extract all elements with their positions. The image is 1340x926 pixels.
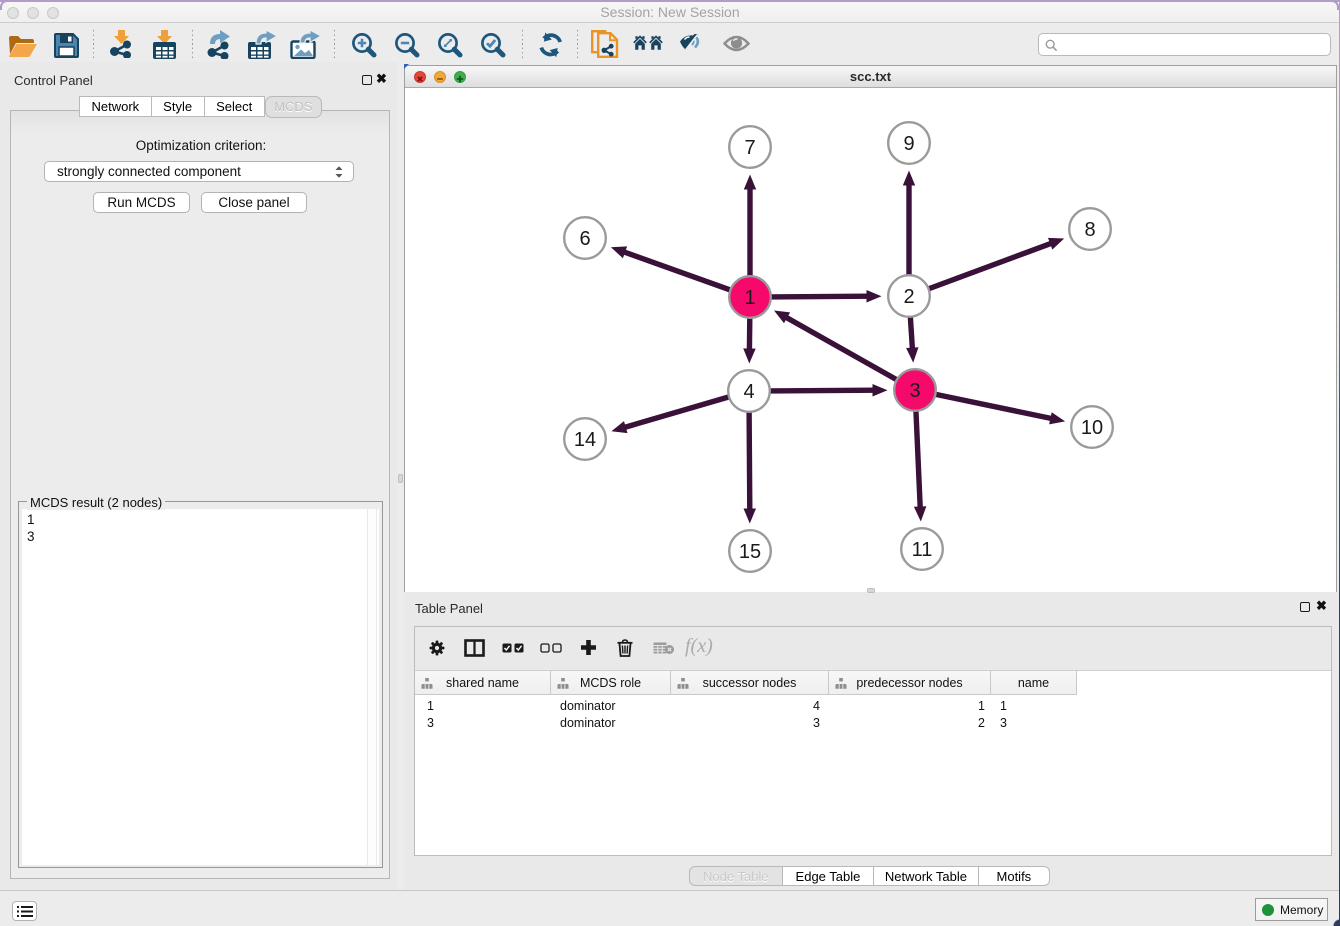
svg-text:2: 2 xyxy=(903,286,914,308)
svg-text:3: 3 xyxy=(909,380,920,402)
svg-text:10: 10 xyxy=(1081,417,1103,439)
svg-text:11: 11 xyxy=(912,539,933,561)
svg-text:15: 15 xyxy=(739,541,761,563)
svg-text:7: 7 xyxy=(744,137,755,159)
svg-text:1: 1 xyxy=(744,287,755,309)
svg-text:8: 8 xyxy=(1084,219,1095,241)
svg-text:4: 4 xyxy=(743,381,754,403)
svg-text:14: 14 xyxy=(574,429,596,451)
svg-text:9: 9 xyxy=(903,133,914,155)
svg-text:6: 6 xyxy=(579,228,590,250)
